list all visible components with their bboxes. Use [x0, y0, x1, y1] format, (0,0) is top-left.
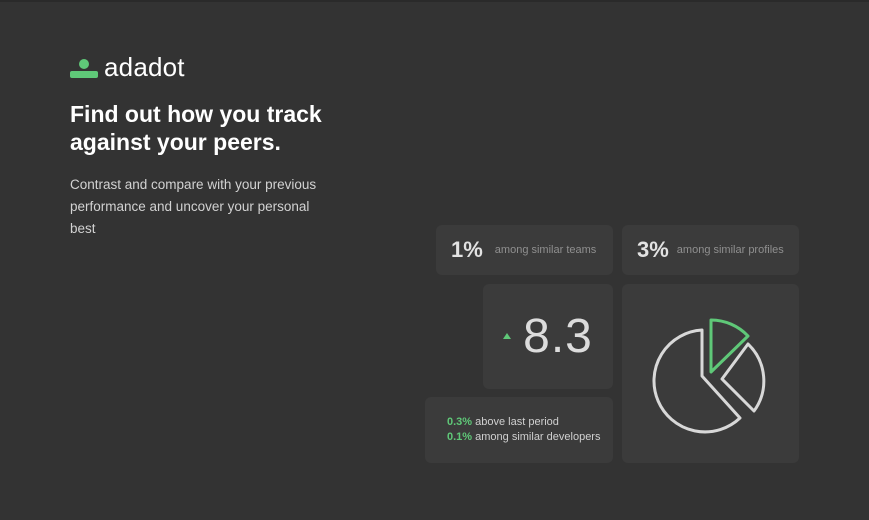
- comparison-period-text: above last period: [472, 416, 559, 428]
- score-card: 8.3: [483, 284, 613, 389]
- stat-card-teams: 1% among similar teams: [436, 225, 613, 275]
- brand-logo[interactable]: adadot: [70, 52, 185, 82]
- stat-profiles-value: 3%: [637, 237, 669, 262]
- top-border: [0, 0, 869, 2]
- hero-headline: Find out how you track against your peer…: [70, 101, 322, 155]
- hero-subtext: Contrast and compare with your previous …: [70, 177, 317, 236]
- stat-card-profiles: 3% among similar profiles: [622, 225, 799, 275]
- pie-main-segment: [652, 328, 742, 434]
- comparison-line-period: 0.3% above last period: [447, 415, 613, 430]
- trend-up-icon: [503, 332, 512, 339]
- comparison-line-developers: 0.1% among similar developers: [447, 430, 613, 445]
- comparison-developers-value: 0.1%: [447, 431, 473, 443]
- logo-bar: [70, 71, 98, 78]
- logo-dot: [79, 59, 89, 69]
- brand-name: adadot: [104, 52, 185, 82]
- chart-card: [622, 284, 799, 463]
- comparison-developers-text: among similar developers: [472, 431, 601, 443]
- comparison-card: 0.3% above last period 0.1% among simila…: [425, 397, 613, 463]
- adadot-logo-icon: [70, 54, 98, 80]
- comparison-period-value: 0.3%: [447, 416, 473, 428]
- pie-chart-icon: [652, 318, 766, 434]
- stat-profiles-label: among similar profiles: [676, 244, 784, 256]
- pie-highlight-segment: [709, 318, 750, 374]
- stat-teams-value: 1%: [451, 237, 483, 262]
- score-value: 8.3: [523, 310, 593, 363]
- stat-teams-label: among similar teams: [494, 244, 597, 256]
